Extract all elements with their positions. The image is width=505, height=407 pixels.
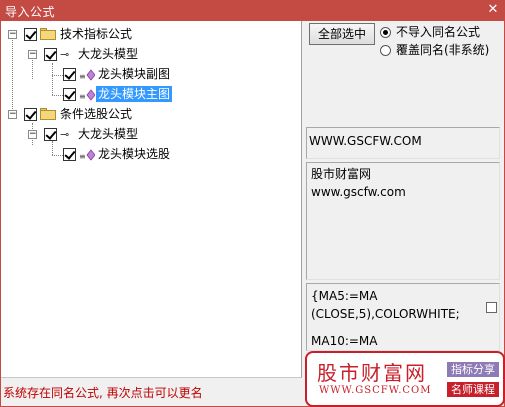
tree-connector bbox=[52, 141, 53, 155]
tree-connector bbox=[52, 95, 63, 96]
site-watermark: 股市财富网 WWW.GSCFW.COM 指标分享 名师课程 bbox=[305, 351, 505, 407]
tree-node-model[interactable]: 大龙头模型 bbox=[76, 46, 140, 62]
code-line: (CLOSE,5),COLORWHITE; bbox=[311, 307, 460, 321]
close-icon[interactable]: ✕ bbox=[485, 1, 501, 19]
client-area: − 技术指标公式 − ⊸ 大龙头模型 ≡ 龙头模块副图 ≡ 龙头模块主图 − 条… bbox=[1, 21, 505, 407]
collapse-icon[interactable]: − bbox=[8, 30, 17, 39]
formula-icon: ≡ bbox=[79, 89, 95, 101]
node-checkbox[interactable] bbox=[63, 148, 76, 161]
tree-node-model[interactable]: 大龙头模型 bbox=[76, 126, 140, 142]
collapse-icon[interactable]: − bbox=[8, 110, 17, 119]
tree-node-sub-chart[interactable]: 龙头模块副图 bbox=[96, 66, 172, 82]
folder-icon bbox=[40, 28, 56, 40]
source-url: WWW.GSCFW.COM bbox=[309, 134, 422, 148]
formula-tree[interactable]: − 技术指标公式 − ⊸ 大龙头模型 ≡ 龙头模块副图 ≡ 龙头模块主图 − 条… bbox=[1, 21, 302, 378]
code-checkbox[interactable] bbox=[486, 302, 497, 313]
watermark-tag: 名师课程 bbox=[447, 382, 499, 397]
node-checkbox[interactable] bbox=[24, 28, 37, 41]
radio-overwrite[interactable] bbox=[380, 45, 391, 56]
tree-connector bbox=[52, 155, 63, 156]
folder-icon bbox=[40, 108, 56, 120]
node-checkbox[interactable] bbox=[44, 128, 57, 141]
key-icon: ⊸ bbox=[60, 128, 70, 141]
node-checkbox[interactable] bbox=[63, 88, 76, 101]
svg-text:≡: ≡ bbox=[79, 72, 86, 81]
formula-code-box[interactable]: {MA5:=MA (CLOSE,5),COLORWHITE; MA10:=MA bbox=[306, 283, 500, 351]
tree-node-stock-selection[interactable]: 条件选股公式 bbox=[58, 106, 134, 122]
node-checkbox[interactable] bbox=[24, 108, 37, 121]
formula-icon: ≡ bbox=[79, 149, 95, 161]
watermark-url: WWW.GSCFW.COM bbox=[319, 385, 432, 396]
tree-node-stock-pick[interactable]: 龙头模块选股 bbox=[96, 146, 172, 162]
svg-text:≡: ≡ bbox=[79, 92, 86, 101]
svg-text:≡: ≡ bbox=[79, 152, 86, 161]
radio-no-import-label[interactable]: 不导入同名公式 bbox=[396, 25, 480, 39]
collapse-icon[interactable]: − bbox=[28, 50, 37, 59]
tree-connector bbox=[52, 63, 53, 95]
tree-node-tech-indicator[interactable]: 技术指标公式 bbox=[58, 26, 134, 42]
node-checkbox[interactable] bbox=[63, 68, 76, 81]
watermark-name: 股市财富网 bbox=[317, 361, 427, 385]
radio-overwrite-label[interactable]: 覆盖同名(非系统) bbox=[396, 43, 489, 57]
window-title: 导入公式 bbox=[5, 5, 56, 19]
watermark-tag: 指标分享 bbox=[447, 362, 499, 377]
description-line: 股市财富网 bbox=[311, 167, 372, 181]
formula-source-box: WWW.GSCFW.COM bbox=[306, 127, 500, 159]
code-line: MA10:=MA bbox=[311, 334, 378, 348]
tree-connector bbox=[12, 37, 13, 117]
code-line: {MA5:=MA bbox=[311, 289, 378, 303]
select-all-button[interactable]: 全部选中 bbox=[309, 23, 375, 45]
description-line: www.gscfw.com bbox=[311, 185, 406, 199]
import-formula-dialog: 导入公式 ✕ − 技术指标公式 − ⊸ 大龙头模型 ≡ 龙头模块副图 ≡ 龙头模… bbox=[0, 0, 505, 407]
collapse-icon[interactable]: − bbox=[28, 130, 37, 139]
formula-icon: ≡ bbox=[79, 69, 95, 81]
radio-no-import[interactable] bbox=[380, 27, 391, 38]
tree-node-main-chart[interactable]: 龙头模块主图 bbox=[96, 86, 173, 102]
formula-description-box: 股市财富网 www.gscfw.com bbox=[306, 162, 500, 280]
key-icon: ⊸ bbox=[60, 48, 70, 61]
tree-connector bbox=[52, 75, 63, 76]
node-checkbox[interactable] bbox=[44, 48, 57, 61]
title-bar: 导入公式 ✕ bbox=[0, 0, 505, 21]
status-message: 系统存在同名公式, 再次点击可以更名 bbox=[3, 386, 203, 400]
